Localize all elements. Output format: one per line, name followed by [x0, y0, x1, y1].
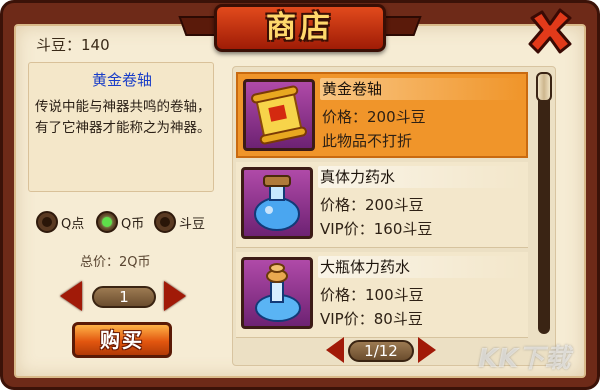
- item-price: 价格：200斗豆: [320, 196, 424, 214]
- page-indicator: 1/12: [348, 340, 414, 362]
- bean-balance: 斗豆：140: [36, 36, 110, 54]
- item-name: 真体力药水: [320, 168, 396, 186]
- currency-option-qcoins[interactable]: Q币: [96, 210, 144, 234]
- watermark-logo: KK下载: [478, 344, 571, 374]
- currency-option-qpoints[interactable]: Q点: [36, 210, 84, 234]
- total-price: 总价：2Q币: [80, 255, 151, 270]
- item-vip-price: VIP价：80斗豆: [320, 310, 423, 328]
- radio-qcoins[interactable]: [96, 211, 118, 233]
- close-icon: [528, 8, 572, 54]
- radio-beans[interactable]: [154, 211, 176, 233]
- item-price: 价格：200斗豆: [322, 108, 426, 126]
- selected-item-name: 黄金卷轴: [91, 71, 152, 89]
- item-discount-note: 此物品不打折: [322, 132, 413, 150]
- shop-item-golden-scroll[interactable]: 黄金卷轴 价格：200斗豆 此物品不打折: [236, 72, 528, 158]
- shop-title: 商店: [266, 10, 334, 45]
- radio-qpoints[interactable]: [36, 211, 58, 233]
- currency-option-beans[interactable]: 斗豆: [154, 210, 205, 234]
- large-potion-icon: [241, 257, 313, 329]
- item-name: 大瓶体力药水: [320, 258, 411, 276]
- currency-label-qcoins: Q币: [121, 216, 145, 232]
- next-page-button[interactable]: [418, 337, 436, 363]
- item-description-panel: 黄金卷轴 传说中能与神器共鸣的卷轴，有了它神器才能称之为神器。: [28, 62, 214, 192]
- blue-potion-icon: [241, 167, 313, 239]
- quantity-input[interactable]: 1: [92, 286, 156, 308]
- item-price: 价格：100斗豆: [320, 286, 424, 304]
- quantity-increase-button[interactable]: [164, 281, 186, 311]
- currency-label-qpoints: Q点: [61, 216, 85, 232]
- item-vip-price: VIP价：160斗豆: [320, 220, 433, 238]
- item-name: 黄金卷轴: [322, 80, 383, 98]
- selected-item-description: 传说中能与神器共鸣的卷轴，有了它神器才能称之为神器。: [35, 99, 211, 136]
- previous-page-button[interactable]: [326, 337, 344, 363]
- currency-label-beans: 斗豆: [179, 216, 206, 232]
- list-scrollbar[interactable]: [538, 72, 550, 334]
- quantity-decrease-button[interactable]: [60, 281, 82, 311]
- golden-scroll-icon: [243, 79, 315, 151]
- buy-button[interactable]: 购买: [72, 322, 172, 358]
- close-button[interactable]: [526, 8, 574, 56]
- shop-item-true-stamina-potion[interactable]: 真体力药水 价格：200斗豆 VIP价：160斗豆: [236, 162, 528, 248]
- scrollbar-thumb[interactable]: [536, 72, 552, 102]
- shop-item-large-stamina-potion[interactable]: 大瓶体力药水 价格：100斗豆 VIP价：80斗豆: [236, 252, 528, 338]
